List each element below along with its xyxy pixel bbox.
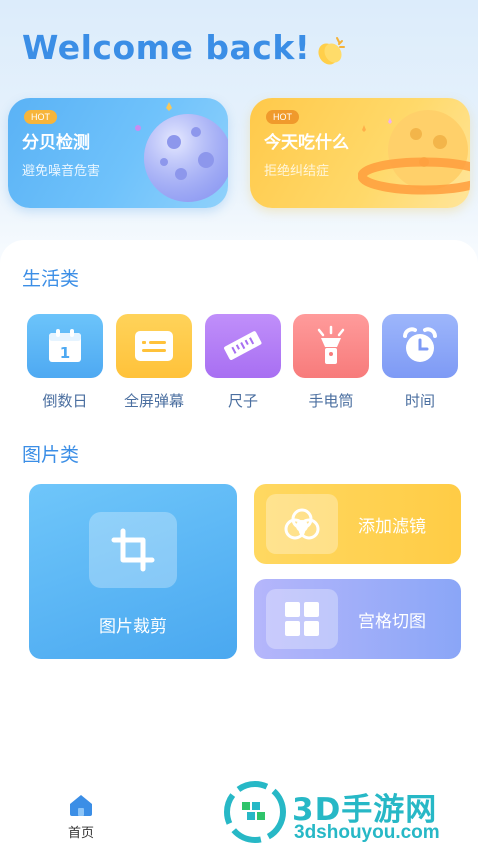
card-subtitle: 避免噪音危害: [22, 164, 101, 179]
tab-home-label: 首页: [67, 826, 94, 841]
hot-badge: HOT: [24, 110, 57, 124]
tool-fullscreen-danmaku[interactable]: 全屏弹幕: [116, 314, 192, 411]
watermark: 3D手游网 3dshouyou.com: [222, 780, 478, 844]
clapping-hands-icon: [318, 37, 345, 65]
tab-home[interactable]: 首页: [64, 794, 98, 841]
tool-label: 尺子: [227, 392, 258, 410]
add-filter-card[interactable]: 添加滤镜: [254, 484, 461, 564]
tool-countdown[interactable]: 1 倒数日: [27, 314, 103, 411]
svg-text:1: 1: [60, 344, 70, 362]
tool-flashlight[interactable]: 手电筒: [293, 314, 369, 411]
tool-ruler[interactable]: 尺子: [205, 314, 281, 411]
tool-label: 时间: [404, 392, 435, 410]
grid-cut-card[interactable]: 宫格切图: [254, 579, 461, 659]
watermark-logo-icon: [224, 781, 286, 843]
home-icon: [70, 795, 92, 816]
welcome-title: Welcome back!: [22, 28, 311, 67]
ruler-icon: [205, 314, 281, 378]
image-crop-card[interactable]: 图片裁剪: [29, 484, 237, 659]
crop-icon: [89, 512, 177, 588]
decibel-meter-card[interactable]: HOT 分贝检测 避免噪音危害: [8, 98, 228, 208]
alarm-clock-icon: [382, 314, 458, 378]
grid-label: 宫格切图: [358, 612, 426, 632]
planet-illustration-icon: [358, 110, 470, 195]
tool-label: 全屏弹幕: [123, 392, 184, 410]
flashlight-icon: [293, 314, 369, 378]
hot-badge: HOT: [266, 110, 299, 124]
crop-label: 图片裁剪: [99, 617, 167, 637]
what-to-eat-card[interactable]: HOT 今天吃什么 拒绝纠结症: [250, 98, 470, 208]
card-title: 今天吃什么: [264, 133, 349, 153]
section-title-image: 图片类: [22, 444, 80, 466]
card-title: 分贝检测: [22, 133, 90, 153]
filter-icon: [266, 494, 338, 554]
watermark-url: 3dshouyou.com: [294, 822, 440, 843]
section-title-life: 生活类: [22, 268, 80, 290]
filter-label: 添加滤镜: [358, 517, 426, 537]
tool-label: 倒数日: [42, 392, 88, 410]
card-subtitle: 拒绝纠结症: [264, 164, 330, 179]
grid-icon: [266, 589, 338, 649]
moon-illustration-icon: [135, 102, 228, 202]
tool-label: 手电筒: [308, 392, 354, 410]
tool-time[interactable]: 时间: [382, 314, 458, 411]
message-icon: [116, 314, 192, 378]
calendar-icon: 1: [27, 314, 103, 378]
